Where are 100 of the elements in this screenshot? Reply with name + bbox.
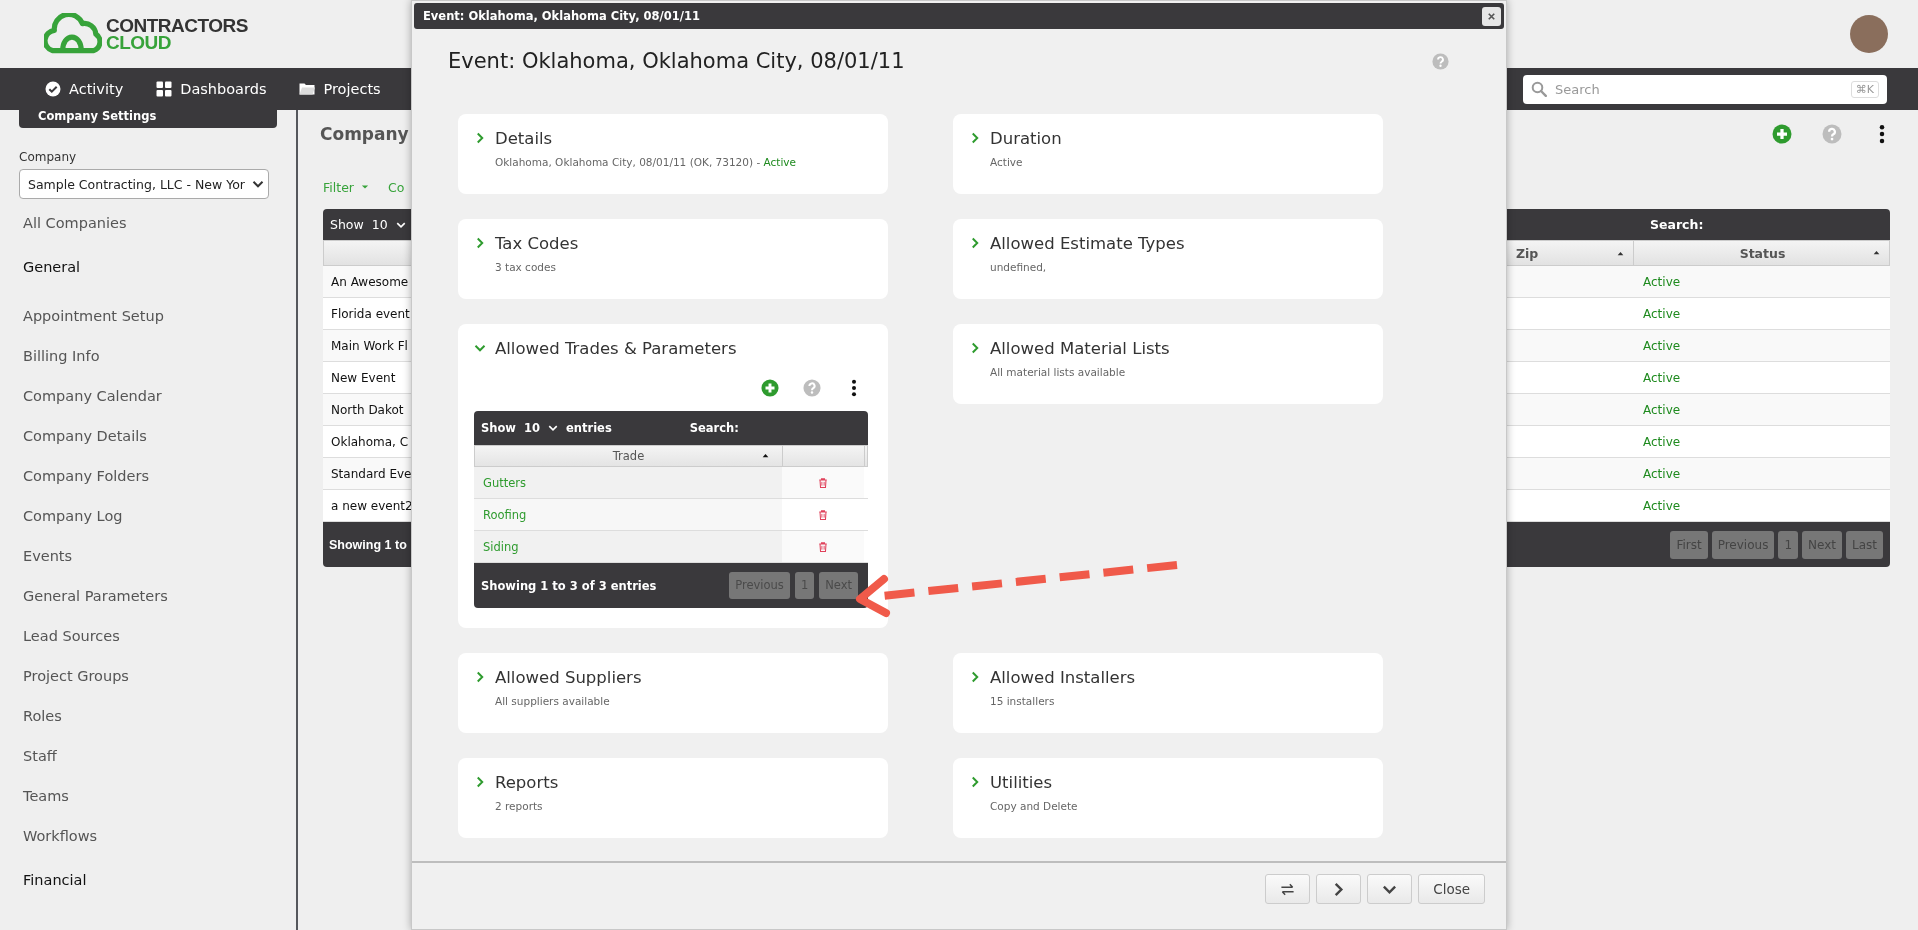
field-label: Company <box>19 150 78 164</box>
sidebar-item[interactable]: General Parameters <box>23 576 296 616</box>
status-cell: Active <box>1643 434 1681 449</box>
sidebar-item[interactable]: All Companies <box>23 203 296 243</box>
chevron-right-icon <box>474 671 486 683</box>
chevron-right-icon <box>474 776 486 788</box>
trade-link[interactable]: Roofing <box>483 507 527 522</box>
chevron-right-icon <box>969 342 981 354</box>
card-title[interactable]: Allowed Installers <box>990 667 1136 687</box>
sidebar-item[interactable]: Billing Info <box>23 336 296 376</box>
folder-icon <box>299 81 316 97</box>
cloud-logo-icon <box>44 13 102 55</box>
card-subtitle: All material lists available <box>990 366 1127 378</box>
chevron-down-icon <box>548 423 558 433</box>
dialog-heading: Event: Oklahoma, Oklahoma City, 08/01/11 <box>448 49 905 73</box>
table-cell: Standard Eve <box>331 466 412 481</box>
table-cell: a new event2 <box>331 498 413 513</box>
card-subtitle: 3 tax codes <box>495 261 557 273</box>
nav-item[interactable]: Projects <box>299 81 381 97</box>
card-title[interactable]: Allowed Material Lists <box>990 338 1170 358</box>
section-heading: Financial <box>23 871 88 890</box>
card-title[interactable]: Allowed Estimate Types <box>990 233 1185 253</box>
swap-arrows-button[interactable] <box>1265 874 1311 904</box>
card-subtitle: undefined, <box>990 261 1048 273</box>
show-label: Show <box>481 421 516 435</box>
card-title[interactable]: Tax Codes <box>495 233 579 253</box>
status-cell: Active <box>1643 466 1681 481</box>
chevron-right-icon <box>969 132 981 144</box>
sidebar-item[interactable]: Appointment Setup <box>23 296 296 336</box>
shortcut-hint: ⌘K <box>1850 80 1879 98</box>
card-title[interactable]: Reports <box>495 772 559 792</box>
card-subtitle: Oklahoma, Oklahoma City, 08/01/11 (OK, 73120) - Active <box>495 156 797 168</box>
chevron-right-icon <box>969 776 981 788</box>
swap-arrows-icon <box>1280 881 1296 897</box>
card-subtitle: 2 reports <box>495 800 544 812</box>
table-info: Showing 1 to <box>329 537 407 552</box>
sort-up-icon <box>761 451 770 460</box>
page-heading: Company <box>320 124 409 144</box>
column-header[interactable]: Status <box>1634 241 1891 265</box>
trash-icon[interactable] <box>817 508 829 521</box>
show-label: Show <box>330 217 364 232</box>
sort-up-icon <box>1872 248 1881 257</box>
card-title[interactable]: Duration <box>990 128 1062 148</box>
sidebar-item[interactable]: Company Calendar <box>23 376 296 416</box>
chevron-right-icon <box>474 132 486 144</box>
section-tab[interactable]: Company Settings <box>19 110 277 128</box>
card-title[interactable]: Utilities <box>990 772 1053 792</box>
search-icon <box>1531 81 1547 97</box>
avatar[interactable] <box>1850 15 1888 53</box>
section-heading: General <box>23 258 82 277</box>
chevron-down-icon <box>252 178 264 190</box>
logo-text: CONTRACTORS <box>106 17 248 34</box>
chevron-right-icon <box>969 237 981 249</box>
chevron-right-icon <box>969 671 981 683</box>
column-header[interactable]: Zip <box>1508 241 1634 265</box>
nav-item[interactable]: Dashboards <box>156 81 267 97</box>
sidebar-item[interactable]: Company Folders <box>23 456 296 496</box>
entries-label: entries <box>566 421 612 435</box>
card-subtitle: 15 installers <box>990 695 1056 707</box>
table-cell: Main Work Fl <box>331 338 408 353</box>
add-icon[interactable] <box>761 379 779 397</box>
sidebar-item[interactable]: Company Log <box>23 496 296 536</box>
card-subtitle: Active <box>990 156 1024 168</box>
sidebar-item[interactable]: Roles <box>23 696 296 736</box>
trash-icon[interactable] <box>817 540 829 553</box>
trash-icon[interactable] <box>817 476 829 489</box>
status-cell: Active <box>1643 370 1681 385</box>
company-select[interactable]: Sample Contracting, LLC - New Yor <box>19 169 269 199</box>
page-size-select[interactable]: 10 <box>371 217 388 232</box>
chevron-down-button[interactable] <box>1367 874 1413 904</box>
status-cell: Active <box>1643 338 1681 353</box>
add-icon[interactable] <box>1772 124 1792 144</box>
sidebar-item[interactable]: Events <box>23 536 296 576</box>
close-icon <box>1486 10 1497 22</box>
sidebar-item[interactable]: Company Details <box>23 416 296 456</box>
sidebar-item[interactable]: Lead Sources <box>23 616 296 656</box>
sidebar-item[interactable]: Staff <box>23 736 296 776</box>
page-size-select[interactable]: 10 <box>524 421 540 435</box>
check-circle-icon <box>45 81 61 97</box>
card-title[interactable]: Details <box>495 128 553 148</box>
close-button[interactable]: Close <box>1418 874 1485 904</box>
status-cell: Active <box>1643 274 1681 289</box>
sidebar-item[interactable]: Project Groups <box>23 656 296 696</box>
grid-icon <box>156 81 173 97</box>
card-subtitle: All suppliers available <box>495 695 611 707</box>
table-cell: Florida event <box>331 306 410 321</box>
close-button[interactable] <box>1482 6 1501 26</box>
sidebar-item[interactable]: Teams <box>23 776 296 816</box>
search-label: Search: <box>1649 217 1705 232</box>
chevron-right-button[interactable] <box>1316 874 1362 904</box>
status-cell: Active <box>1643 402 1681 417</box>
table-cell: An Awesome <box>331 274 409 289</box>
card-subtitle: Copy and Delete <box>990 800 1079 812</box>
status-cell: Active <box>1643 498 1681 513</box>
sidebar-item[interactable]: Workflows <box>23 816 296 856</box>
card-title[interactable]: Allowed Suppliers <box>495 667 642 687</box>
nav-item[interactable]: Activity <box>45 81 124 97</box>
status-cell: Active <box>1643 306 1681 321</box>
card-title[interactable]: Allowed Trades & Parameters <box>495 338 737 358</box>
table-cell: North Dakot <box>331 402 404 417</box>
